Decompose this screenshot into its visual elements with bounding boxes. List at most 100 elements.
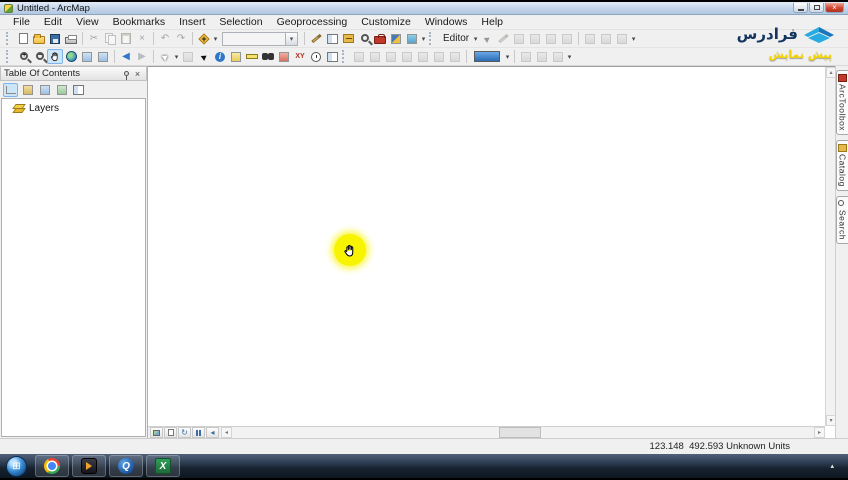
menu-windows[interactable]: Windows: [418, 15, 475, 30]
editor-more-dropdown-icon[interactable]: ▾: [630, 35, 637, 43]
layout-pan-icon[interactable]: [383, 49, 399, 64]
tray-expand-icon[interactable]: ▴: [830, 462, 834, 470]
horizontal-scroll-thumb[interactable]: [498, 426, 541, 438]
horizontal-scrollbar[interactable]: ◂ ▸: [221, 426, 825, 439]
window-tools-dropdown-icon[interactable]: ▾: [420, 35, 427, 43]
modelbuilder-icon[interactable]: [404, 31, 420, 46]
menu-selection[interactable]: Selection: [212, 15, 269, 30]
identify-icon[interactable]: i: [212, 49, 228, 64]
drawing-more-dropdown-icon[interactable]: ▾: [566, 53, 573, 61]
search-tab[interactable]: Search: [835, 195, 848, 244]
menu-view[interactable]: View: [69, 15, 106, 30]
arctoolbox-tab[interactable]: ArcToolbox: [835, 70, 848, 136]
viewer-window-icon[interactable]: [324, 49, 340, 64]
point-tool-icon[interactable]: [543, 31, 559, 46]
find-route-icon[interactable]: [276, 49, 292, 64]
map-canvas[interactable]: [148, 67, 825, 426]
menu-help[interactable]: Help: [474, 15, 510, 30]
select-features-icon[interactable]: [157, 49, 173, 64]
print-icon[interactable]: [63, 31, 79, 46]
cut-polygons-icon[interactable]: [598, 31, 614, 46]
catalog-tab[interactable]: Catalog: [835, 140, 848, 191]
layout-zoom-out-icon[interactable]: [367, 49, 383, 64]
edit-vertices-icon[interactable]: [559, 31, 575, 46]
data-view-button[interactable]: [150, 427, 163, 438]
editor-dropdown-icon[interactable]: ▾: [472, 35, 479, 43]
symbol-color-dropdown-icon[interactable]: ▾: [504, 53, 511, 61]
save-icon[interactable]: [47, 31, 63, 46]
find-icon[interactable]: [260, 49, 276, 64]
start-button[interactable]: ⊞: [6, 455, 27, 477]
list-by-visibility-icon[interactable]: [37, 83, 52, 97]
editor-toolbar-grip[interactable]: [429, 32, 434, 45]
time-slider-icon[interactable]: [308, 49, 324, 64]
clear-selection-icon[interactable]: [180, 49, 196, 64]
select-features-dropdown-icon[interactable]: ▾: [173, 53, 180, 61]
map-scale-combo[interactable]: ▾: [222, 31, 298, 46]
tools-toolbar-grip[interactable]: [6, 50, 11, 63]
editor-menu-label[interactable]: Editor: [438, 33, 472, 44]
drawing-tool-icon[interactable]: [534, 49, 550, 64]
go-to-xy-icon[interactable]: XY: [292, 49, 308, 64]
cut-icon[interactable]: ✂: [86, 31, 102, 46]
arctoolbox-window-icon[interactable]: [372, 31, 388, 46]
open-folder-icon[interactable]: [31, 31, 47, 46]
scale-dropdown-icon[interactable]: ▾: [285, 32, 297, 45]
add-data-dropdown-icon[interactable]: ▾: [212, 35, 219, 43]
menu-file[interactable]: File: [6, 15, 37, 30]
list-by-drawing-order-icon[interactable]: [3, 82, 18, 97]
reshape-feature-icon[interactable]: [582, 31, 598, 46]
menu-customize[interactable]: Customize: [354, 15, 418, 30]
vertical-scrollbar[interactable]: ▴ ▾: [825, 67, 836, 426]
menu-insert[interactable]: Insert: [172, 15, 212, 30]
snapping-icon[interactable]: [518, 49, 534, 64]
paste-icon[interactable]: [118, 31, 134, 46]
taskbar-media-player[interactable]: [72, 455, 106, 477]
pan-tool-icon[interactable]: [47, 49, 63, 64]
toc-header[interactable]: Table Of Contents ×: [0, 66, 147, 81]
search-window-icon[interactable]: [356, 31, 372, 46]
straight-segment-icon[interactable]: [511, 31, 527, 46]
layout-zoom-in-icon[interactable]: [351, 49, 367, 64]
taskbar-q-player[interactable]: Q: [109, 455, 143, 477]
menu-geoprocessing[interactable]: Geoprocessing: [270, 15, 355, 30]
list-by-source-icon[interactable]: [20, 83, 35, 97]
refresh-view-button[interactable]: ↻: [178, 427, 191, 438]
view-back-button[interactable]: ◂: [206, 427, 219, 438]
layout-fixed-zoom-in-icon[interactable]: [431, 49, 447, 64]
delete-icon[interactable]: ×: [134, 31, 150, 46]
zoom-in-icon[interactable]: +: [15, 49, 31, 64]
toolbar-grip[interactable]: [6, 32, 11, 45]
scroll-right-icon[interactable]: ▸: [814, 426, 825, 438]
layout-toolbar-grip[interactable]: [342, 50, 347, 63]
minimize-button[interactable]: [793, 3, 808, 13]
taskbar-chrome[interactable]: [35, 455, 69, 477]
layout-view-button[interactable]: [164, 427, 177, 438]
pin-icon[interactable]: [121, 68, 132, 80]
table-of-contents-window-icon[interactable]: [324, 31, 340, 46]
close-button[interactable]: ×: [825, 3, 844, 13]
map-scale-input[interactable]: [223, 32, 285, 45]
new-document-icon[interactable]: [15, 31, 31, 46]
redo-icon[interactable]: ↷: [173, 31, 189, 46]
menu-bookmarks[interactable]: Bookmarks: [106, 15, 173, 30]
pause-drawing-button[interactable]: [192, 427, 205, 438]
fixed-zoom-out-icon[interactable]: [95, 49, 111, 64]
list-by-selection-icon[interactable]: [54, 83, 69, 97]
python-window-icon[interactable]: [388, 31, 404, 46]
editor-toolbar-toggle-icon[interactable]: [308, 31, 324, 46]
layout-zoom-whole-page-icon[interactable]: [399, 49, 415, 64]
html-popup-icon[interactable]: [228, 49, 244, 64]
forward-extent-icon[interactable]: ▶: [134, 49, 150, 64]
add-data-icon[interactable]: +: [196, 31, 212, 46]
fixed-zoom-in-icon[interactable]: [79, 49, 95, 64]
attributes-icon[interactable]: [614, 31, 630, 46]
toc-options-icon[interactable]: [71, 83, 86, 97]
back-extent-icon[interactable]: ◀: [118, 49, 134, 64]
zoom-out-icon[interactable]: −: [31, 49, 47, 64]
symbol-color-swatch[interactable]: [470, 49, 504, 64]
toc-close-icon[interactable]: ×: [132, 68, 143, 79]
layout-zoom-100-icon[interactable]: [415, 49, 431, 64]
undo-icon[interactable]: ↶: [157, 31, 173, 46]
menu-edit[interactable]: Edit: [37, 15, 69, 30]
